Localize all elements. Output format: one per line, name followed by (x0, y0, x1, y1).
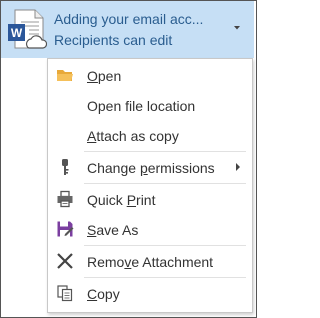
folder-icon (57, 70, 73, 81)
menu-item-save-as[interactable]: Save As (48, 215, 252, 243)
menu-item-open[interactable]: Open (48, 61, 252, 89)
menu-item-copy[interactable]: Copy (48, 279, 252, 307)
printer-icon (57, 190, 73, 208)
menu-item-label: Change permissions (87, 160, 215, 176)
menu-item-label: Save As (87, 222, 139, 238)
menu-item-label: Quick Print (87, 192, 156, 208)
menu-item-quick-print[interactable]: Quick Print (48, 185, 252, 213)
svg-text:W: W (11, 26, 23, 40)
menu-item-change-permissions[interactable]: Change permissions (48, 153, 252, 181)
attachment-header[interactable]: W Adding your email acc... Recipients ca… (1, 1, 254, 58)
menu-item-open-file-location[interactable]: Open file location (48, 91, 252, 119)
menu-separator (84, 183, 246, 184)
menu-separator (84, 245, 246, 246)
remove-x-icon (57, 253, 73, 269)
menu-separator (84, 277, 246, 278)
menu-separator (84, 151, 246, 152)
menu-item-label: Open (87, 68, 122, 84)
menu-item-label: Attach as copy (87, 128, 179, 144)
attachment-title: Adding your email acc... (54, 11, 204, 27)
key-icon (62, 159, 69, 175)
menu-item-label: Remove Attachment (87, 254, 214, 270)
menu-item-label: Open file location (87, 98, 196, 114)
word-doc-cloud-icon: W (8, 9, 47, 49)
chevron-right-icon (236, 163, 240, 171)
attachment-context-menu: Open Open file location Attach as copy C… (47, 58, 253, 313)
chevron-down-icon[interactable] (230, 21, 244, 35)
copy-icon (57, 285, 73, 302)
attachment-subtitle: Recipients can edit (54, 32, 173, 48)
menu-item-attach-as-copy[interactable]: Attach as copy (48, 121, 252, 149)
save-as-icon (57, 221, 74, 237)
menu-item-remove-attachment[interactable]: Remove Attachment (48, 247, 252, 275)
menu-item-label: Copy (87, 286, 120, 302)
